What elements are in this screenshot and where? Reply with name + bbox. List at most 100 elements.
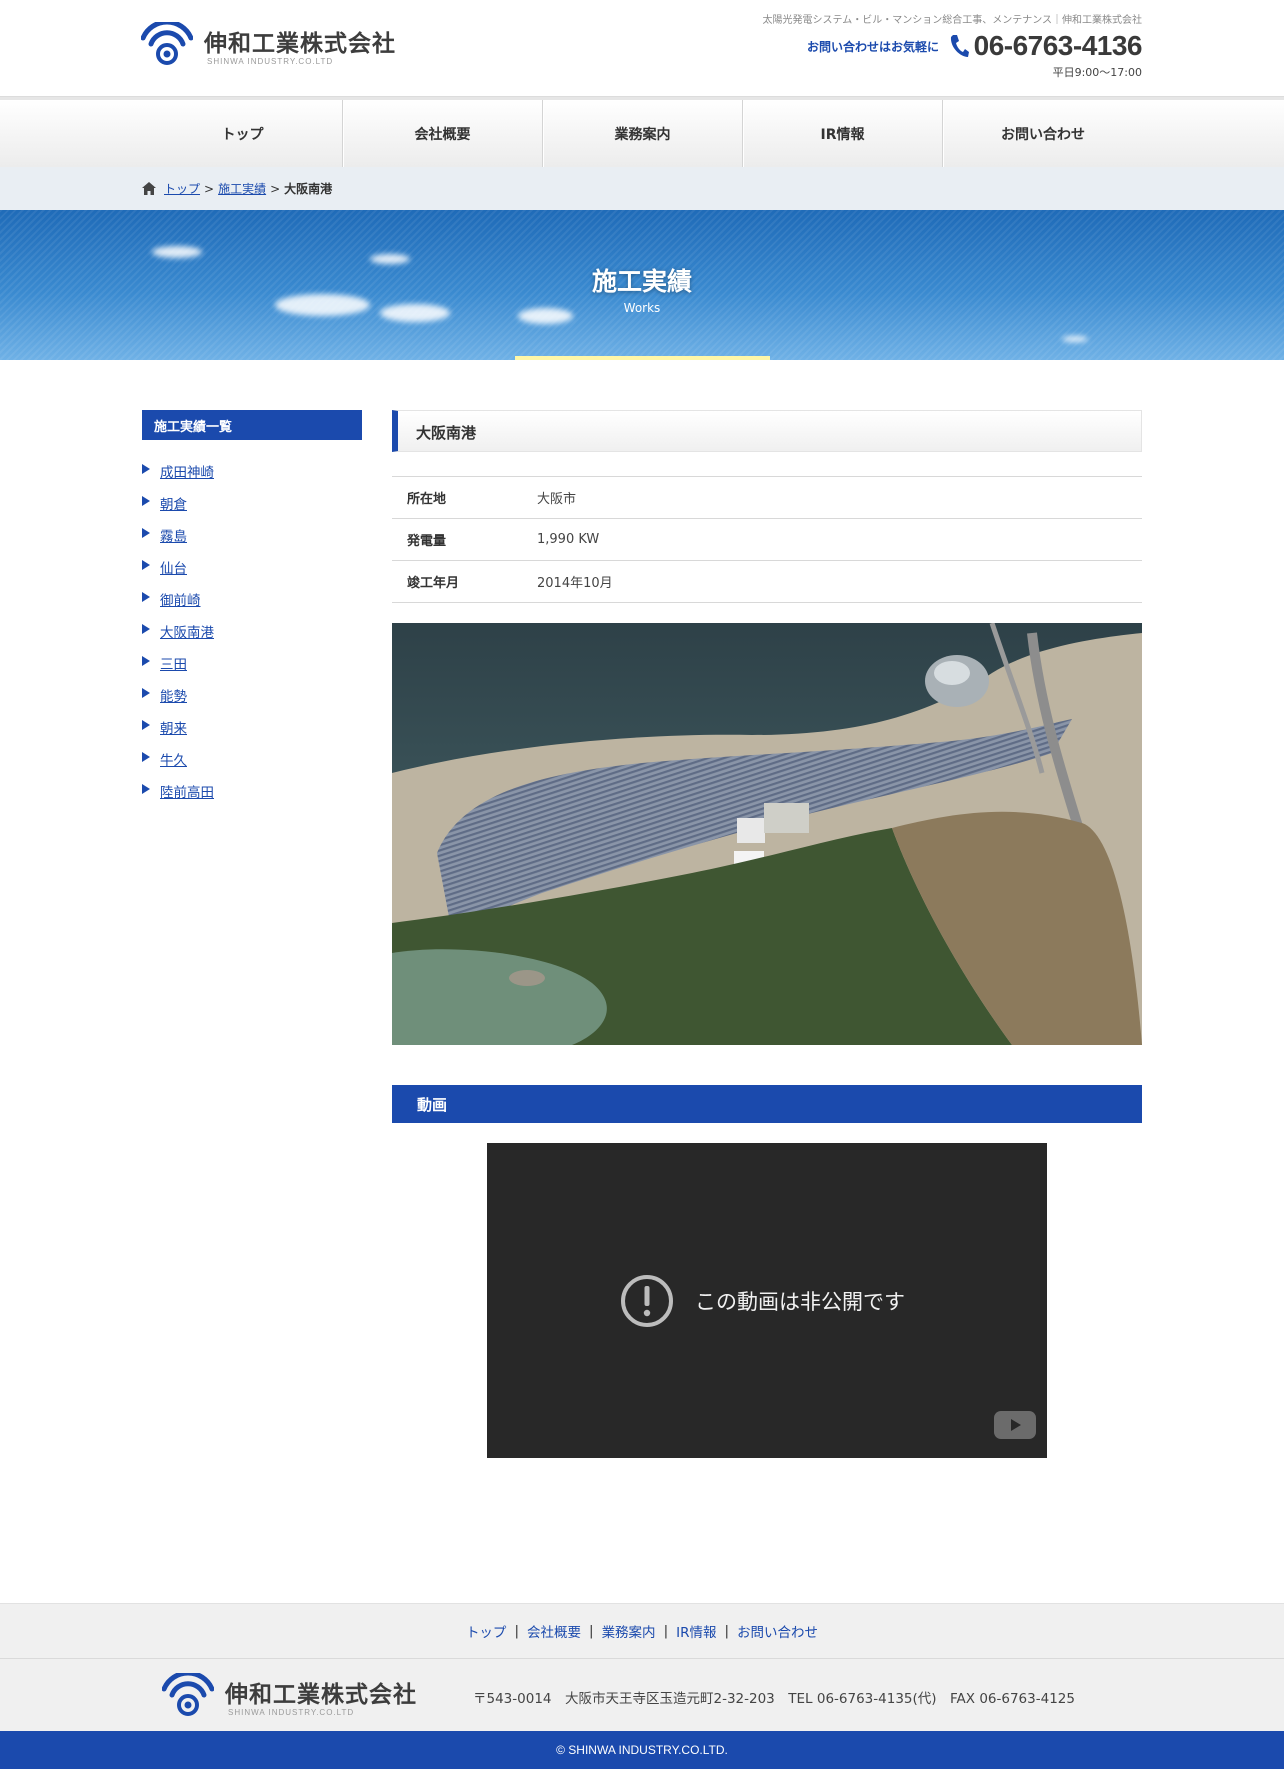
hero-underline — [515, 356, 770, 360]
site-header: 伸和工業株式会社 SHINWA INDUSTRY.CO.LTD 太陽光発電システ… — [0, 0, 1284, 97]
footer-link-top[interactable]: トップ — [466, 1621, 507, 1641]
home-icon — [142, 182, 156, 195]
nav-item-top[interactable]: トップ — [143, 100, 343, 167]
triangle-right-icon — [142, 656, 150, 666]
sidebar-item[interactable]: 能勢 — [142, 679, 214, 711]
breadcrumb-link-works[interactable]: 施工実績 — [218, 180, 266, 197]
video-section-title: 動画 — [392, 1085, 1142, 1123]
sidebar-link[interactable]: 牛久 — [160, 749, 187, 769]
spec-label: 所在地 — [407, 492, 447, 507]
table-row: 所在地 大阪市 — [392, 476, 1142, 519]
nav-item-contact[interactable]: お問い合わせ — [943, 100, 1143, 167]
project-aerial-photo — [392, 623, 1142, 1045]
sidebar-item[interactable]: 仙台 — [142, 551, 214, 583]
sidebar-title: 施工実績一覧 — [142, 410, 362, 440]
youtube-icon[interactable] — [994, 1411, 1036, 1439]
footer-address: 〒543-0014 大阪市天王寺区玉造元町2-32-203 TEL 06-676… — [473, 1691, 1075, 1707]
video-player[interactable]: この動画は非公開です — [487, 1143, 1047, 1458]
sidebar-link[interactable]: 仙台 — [160, 557, 187, 577]
spec-label: 竣工年月 — [407, 576, 460, 591]
triangle-right-icon — [142, 752, 150, 762]
footer-link-ir[interactable]: IR情報 — [676, 1621, 716, 1641]
triangle-right-icon — [142, 496, 150, 506]
footer-link-company[interactable]: 会社概要 — [527, 1621, 581, 1641]
business-hours: 平日9:00～17:00 — [1052, 66, 1142, 79]
aerial-photo-illustration — [392, 623, 1142, 1045]
alert-circle-icon — [621, 1275, 673, 1327]
wifi-signal-logo-icon — [162, 1673, 214, 1716]
spec-value: 1,990 KW — [537, 532, 600, 547]
footer-logo-name: 伸和工業株式会社 — [225, 1682, 417, 1708]
page-hero: 施工実績 Works — [0, 210, 1284, 360]
phone-icon — [950, 35, 969, 57]
triangle-right-icon — [142, 464, 150, 474]
sidebar-link[interactable]: 三田 — [160, 653, 187, 673]
sidebar-list: 成田神崎 朝倉 霧島 仙台 御前崎 大阪南港 三田 能勢 朝来 牛久 陸前高田 — [142, 455, 214, 807]
sidebar-item[interactable]: 陸前高田 — [142, 775, 214, 807]
sidebar-link[interactable]: 能勢 — [160, 685, 187, 705]
footer-logo[interactable]: 伸和工業株式会社 SHINWA INDUSTRY.CO.LTD — [162, 1673, 422, 1719]
sidebar-item[interactable]: 成田神崎 — [142, 455, 214, 487]
project-spec-table: 所在地 大阪市 発電量 1,990 KW 竣工年月 2014年10月 — [392, 476, 1142, 603]
footer-nav: トップ | 会社概要 | 業務案内 | IR情報 | お問い合わせ — [0, 1603, 1284, 1659]
footer-nav-separator: | — [663, 1623, 669, 1639]
phone-number: 06-6763-4136 — [973, 30, 1143, 61]
hero-cloud — [1062, 336, 1088, 342]
page-title: 施工実績 — [591, 267, 692, 296]
triangle-right-icon — [142, 784, 150, 794]
nav-item-company[interactable]: 会社概要 — [343, 100, 543, 167]
copyright: © SHINWA INDUSTRY.CO.LTD. — [0, 1731, 1284, 1769]
site-tagline: 太陽光発電システム・ビル・マンション総合工事、メンテナンス｜伸和工業株式会社 — [762, 15, 1143, 26]
sidebar-item[interactable]: 牛久 — [142, 743, 214, 775]
wifi-signal-logo-icon — [141, 22, 193, 65]
breadcrumb-separator: > — [204, 181, 215, 196]
breadcrumb-current: 大阪南港 — [284, 182, 333, 196]
sidebar-link[interactable]: 御前崎 — [160, 589, 201, 609]
sidebar-link[interactable]: 霧島 — [160, 525, 187, 545]
logo-name: 伸和工業株式会社 — [204, 31, 396, 57]
sidebar-item[interactable]: 三田 — [142, 647, 214, 679]
sidebar-link[interactable]: 成田神崎 — [160, 461, 214, 481]
project-title: 大阪南港 — [392, 410, 1142, 452]
global-nav: トップ 会社概要 業務案内 IR情報 お問い合わせ — [0, 97, 1284, 167]
table-row: 竣工年月 2014年10月 — [392, 560, 1142, 603]
spec-value: 2014年10月 — [537, 576, 613, 591]
spec-value: 大阪市 — [537, 492, 577, 507]
site-footer: 伸和工業株式会社 SHINWA INDUSTRY.CO.LTD 〒543-001… — [0, 1659, 1284, 1731]
footer-link-services[interactable]: 業務案内 — [602, 1621, 656, 1641]
footer-nav-separator: | — [724, 1623, 730, 1639]
sidebar-item[interactable]: 朝来 — [142, 711, 214, 743]
sidebar-link[interactable]: 朝来 — [160, 717, 187, 737]
nav-item-services[interactable]: 業務案内 — [543, 100, 743, 167]
sidebar-link[interactable]: 朝倉 — [160, 493, 187, 513]
sidebar-item[interactable]: 大阪南港 — [142, 615, 214, 647]
sidebar-item[interactable]: 御前崎 — [142, 583, 214, 615]
triangle-right-icon — [142, 720, 150, 730]
sidebar-item[interactable]: 霧島 — [142, 519, 214, 551]
triangle-right-icon — [142, 528, 150, 538]
breadcrumb-link-top[interactable]: トップ — [164, 180, 200, 197]
triangle-right-icon — [142, 592, 150, 602]
hero-cloud — [152, 246, 202, 258]
footer-nav-separator: | — [514, 1623, 519, 1639]
sidebar-link[interactable]: 陸前高田 — [160, 781, 214, 801]
sidebar-item[interactable]: 朝倉 — [142, 487, 214, 519]
site-logo[interactable]: 伸和工業株式会社 SHINWA INDUSTRY.CO.LTD — [141, 22, 401, 68]
footer-nav-separator: | — [589, 1623, 594, 1639]
page-subtitle: Works — [623, 301, 661, 315]
video-unavailable-message: この動画は非公開です — [695, 1290, 905, 1314]
breadcrumb-separator: > — [270, 181, 281, 196]
triangle-right-icon — [142, 624, 150, 634]
triangle-right-icon — [142, 560, 150, 570]
table-row: 発電量 1,990 KW — [392, 518, 1142, 561]
footer-logo-subtitle: SHINWA INDUSTRY.CO.LTD — [228, 1708, 355, 1717]
triangle-right-icon — [142, 688, 150, 698]
header-phone[interactable]: 06-6763-4136 — [948, 28, 1143, 64]
breadcrumb: トップ > 施工実績 > 大阪南港 — [0, 167, 1284, 210]
nav-item-ir[interactable]: IR情報 — [743, 100, 943, 167]
logo-subtitle: SHINWA INDUSTRY.CO.LTD — [207, 57, 334, 66]
footer-link-contact[interactable]: お問い合わせ — [737, 1621, 818, 1641]
sidebar-link[interactable]: 大阪南港 — [160, 621, 214, 641]
contact-label: お問い合わせはお気軽に — [806, 40, 939, 54]
spec-label: 発電量 — [407, 534, 447, 549]
